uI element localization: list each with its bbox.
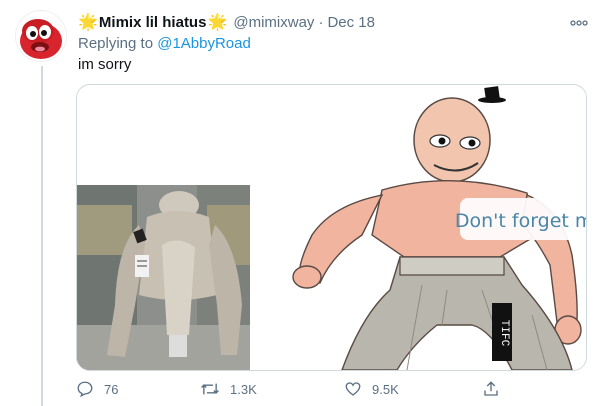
avatar-image	[16, 11, 66, 61]
reply-icon	[77, 381, 93, 398]
tweet-text: im sorry	[78, 56, 132, 73]
tweet-header: 🌟 Mimix lil hiatus 🌟 @mimixway · Dec 18	[78, 12, 375, 32]
drawing-caption: Don't forget me	[455, 210, 586, 232]
retweet-count: 1.3K	[230, 381, 257, 397]
like-button[interactable]: 9.5K	[344, 380, 399, 398]
thread-line	[41, 66, 43, 406]
censor-text: TIFC	[498, 320, 510, 347]
display-name[interactable]: Mimix lil hiatus	[99, 14, 207, 31]
replying-prefix: Replying to	[78, 35, 154, 52]
tweet-actions: 76 1.3K 9.5K	[76, 380, 516, 402]
sweater-photo[interactable]	[77, 185, 250, 370]
separator-dot: ·	[318, 13, 324, 31]
share-icon	[484, 381, 498, 396]
user-handle[interactable]: @mimixway	[233, 14, 314, 31]
media-container[interactable]: Don't forget me TIFC	[76, 84, 587, 371]
more-dots-icon[interactable]	[570, 13, 588, 29]
retweet-icon	[201, 383, 219, 395]
reply-count: 76	[104, 381, 119, 397]
star-emoji-right: 🌟	[207, 14, 228, 31]
tweet-date[interactable]: Dec 18	[327, 14, 375, 31]
share-button[interactable]	[482, 380, 510, 398]
replying-to-line: Replying to @1AbbyRoad	[78, 35, 251, 52]
reply-button[interactable]: 76	[76, 380, 118, 398]
sketch-drawing[interactable]: Don't forget me TIFC	[272, 85, 586, 370]
replying-to-handle[interactable]: @1AbbyRoad	[157, 35, 251, 52]
star-emoji-left: 🌟	[78, 14, 98, 31]
heart-icon	[345, 382, 361, 396]
retweet-button[interactable]: 1.3K	[200, 380, 257, 398]
avatar[interactable]	[16, 11, 66, 61]
like-count: 9.5K	[372, 381, 399, 397]
